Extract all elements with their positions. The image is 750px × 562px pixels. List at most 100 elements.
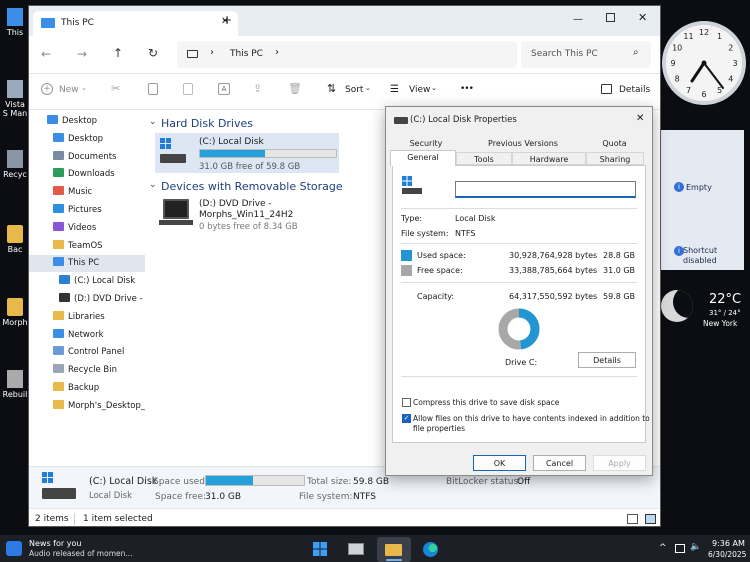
documents-icon <box>53 150 64 160</box>
sidebar-item-local-disk-c[interactable]: (C:) Local Disk <box>29 273 145 290</box>
drive-icon <box>394 117 408 124</box>
details-space-free: 31.0 GB <box>205 492 242 502</box>
group-removable-storage[interactable]: Devices with Removable Storage <box>161 180 343 193</box>
news-widget-icon[interactable] <box>6 541 22 556</box>
close-window-icon[interactable]: ✕ <box>638 11 647 24</box>
local-disk-c-icon <box>59 275 70 285</box>
sidebar-item-downloads[interactable]: Downloads <box>29 166 145 183</box>
sidebar-item-desktop[interactable]: Desktop <box>29 113 145 130</box>
apply-button[interactable]: Apply <box>593 455 646 471</box>
clock-gadget[interactable]: 12 1 2 3 4 5 6 7 8 9 10 11 <box>661 20 747 106</box>
desktop-icon-rebuild[interactable]: Rebuil <box>2 370 28 399</box>
index-checkbox[interactable]: ✓ <box>402 414 411 423</box>
drive-d-tile[interactable]: (D:) DVD Drive - Morphs_Win11_24H2 0 byt… <box>155 196 339 238</box>
moon-icon <box>661 290 693 322</box>
chevron-down-icon[interactable]: ⌄ <box>149 117 157 127</box>
minimize-icon[interactable]: — <box>573 14 583 25</box>
sidebar-item-videos[interactable]: Videos <box>29 220 145 237</box>
volume-icon[interactable]: 🔈 <box>690 542 701 552</box>
new-plus-icon[interactable]: + <box>41 83 53 95</box>
task-view-icon[interactable] <box>348 543 364 555</box>
start-windows-icon[interactable] <box>313 542 327 556</box>
sidebar-item-label: (D:) DVD Drive - M <box>74 294 145 304</box>
tab-this-pc[interactable]: This PC ✕ <box>33 11 238 36</box>
sidebar-item-dvd-drive-d[interactable]: (D:) DVD Drive - M <box>29 291 145 308</box>
tab-quota[interactable]: Quota <box>586 137 643 151</box>
tiles-view-icon[interactable] <box>645 514 656 524</box>
details-button[interactable]: Details <box>619 85 650 95</box>
cancel-button[interactable]: Cancel <box>533 455 586 471</box>
refresh-icon[interactable]: ↻ <box>148 46 158 60</box>
taskbar-active-indicator <box>386 559 402 561</box>
news-subtitle[interactable]: Audio released of momen... <box>29 549 133 558</box>
edge-browser-icon[interactable] <box>423 542 438 557</box>
morphs-desktop-icon <box>53 399 64 409</box>
capacity-bytes: 64,317,550,592 bytes <box>509 292 598 301</box>
drive-c-tile[interactable]: (C:) Local Disk 31.0 GB free of 59.8 GB <box>155 133 339 173</box>
sidebar-item-pictures[interactable]: Pictures <box>29 202 145 219</box>
sidebar-item-desktop-quick[interactable]: Desktop <box>29 131 145 148</box>
hard-drive-icon <box>42 488 76 499</box>
sidebar-item-libraries[interactable]: Libraries <box>29 309 145 326</box>
maximize-icon[interactable] <box>606 13 615 22</box>
rename-icon[interactable]: A <box>218 83 230 95</box>
search-input[interactable]: Search This PC ⌕ <box>521 41 651 68</box>
new-tab-button[interactable]: + <box>222 13 232 27</box>
group-hard-disk-drives[interactable]: Hard Disk Drives <box>161 117 253 130</box>
clock-time[interactable]: 9:36 AM <box>712 539 745 548</box>
list-view-icon[interactable] <box>627 514 638 524</box>
sidebar-item-documents[interactable]: Documents <box>29 149 145 166</box>
sidebar-item-control-panel[interactable]: Control Panel <box>29 344 145 361</box>
chevron-down-icon[interactable]: ⌄ <box>149 180 157 190</box>
tab-security[interactable]: Security <box>392 137 460 151</box>
tab-previous-versions[interactable]: Previous Versions <box>460 137 586 151</box>
desktop-icon-vista-shortcut[interactable]: Vista S Man <box>2 80 28 118</box>
clock-date[interactable]: 6/30/2025 <box>708 550 746 559</box>
drive-c-label: Drive C: <box>505 358 538 367</box>
dialog-close-icon[interactable]: ✕ <box>636 113 644 124</box>
sidebar-item-morphs-desktop[interactable]: Morph's_Desktop_A <box>29 398 145 415</box>
news-title[interactable]: News for you <box>29 539 81 548</box>
back-icon[interactable]: ← <box>41 47 51 61</box>
recycle-gadget[interactable]: i Empty i Shortcut disabled <box>661 130 744 270</box>
cut-icon[interactable]: ✂ <box>111 82 120 95</box>
desktop-icon-this-pc[interactable]: This <box>2 8 28 37</box>
address-path: This PC <box>230 49 263 59</box>
delete-icon[interactable]: 🗑 <box>288 82 302 95</box>
tab-tools[interactable]: Tools <box>456 152 512 165</box>
tab-general[interactable]: General <box>390 150 456 166</box>
desktop-icon-morphs-desktop[interactable]: Morph <box>2 298 28 327</box>
desktop-icon-recycle-bin[interactable]: Recyc <box>2 150 28 179</box>
forward-icon[interactable]: → <box>77 47 87 61</box>
tab-hardware[interactable]: Hardware <box>512 152 586 165</box>
dvd-drive-d-icon <box>59 293 70 302</box>
up-icon[interactable]: ↑ <box>113 46 123 60</box>
tab-sharing[interactable]: Sharing <box>586 152 644 165</box>
address-field[interactable]: › This PC › <box>177 41 517 68</box>
sidebar-item-this-pc[interactable]: This PC <box>29 255 145 273</box>
sidebar-item-music[interactable]: Music <box>29 184 145 201</box>
new-button[interactable]: New <box>59 85 79 95</box>
search-placeholder: Search This PC <box>531 49 598 59</box>
tray-chevron-icon[interactable]: ^ <box>659 543 667 553</box>
ok-button[interactable]: OK <box>473 455 526 471</box>
weather-city: New York <box>703 319 738 328</box>
copy-icon[interactable] <box>148 83 158 95</box>
sidebar-item-teamos[interactable]: TeamOS <box>29 238 145 255</box>
sidebar-item-recycle-bin[interactable]: Recycle Bin <box>29 362 145 379</box>
sidebar-item-network[interactable]: Network <box>29 327 145 344</box>
separator <box>401 282 637 283</box>
sort-button[interactable]: Sort <box>345 85 363 95</box>
more-button[interactable]: ••• <box>460 84 474 94</box>
compress-checkbox[interactable] <box>402 398 411 407</box>
view-button[interactable]: View <box>409 85 430 95</box>
sidebar-item-backup[interactable]: Backup <box>29 380 145 397</box>
share-icon[interactable]: ⇪ <box>253 82 262 95</box>
desktop-icon-backup[interactable]: Bac <box>2 225 28 254</box>
details-button[interactable]: Details <box>578 352 636 368</box>
weather-gadget[interactable]: 22°C 31° / 24° New York <box>661 282 747 332</box>
drive-label-input[interactable] <box>455 181 636 198</box>
paste-icon[interactable] <box>183 83 193 95</box>
network-icon[interactable] <box>675 544 685 553</box>
monitor-icon <box>187 50 198 58</box>
